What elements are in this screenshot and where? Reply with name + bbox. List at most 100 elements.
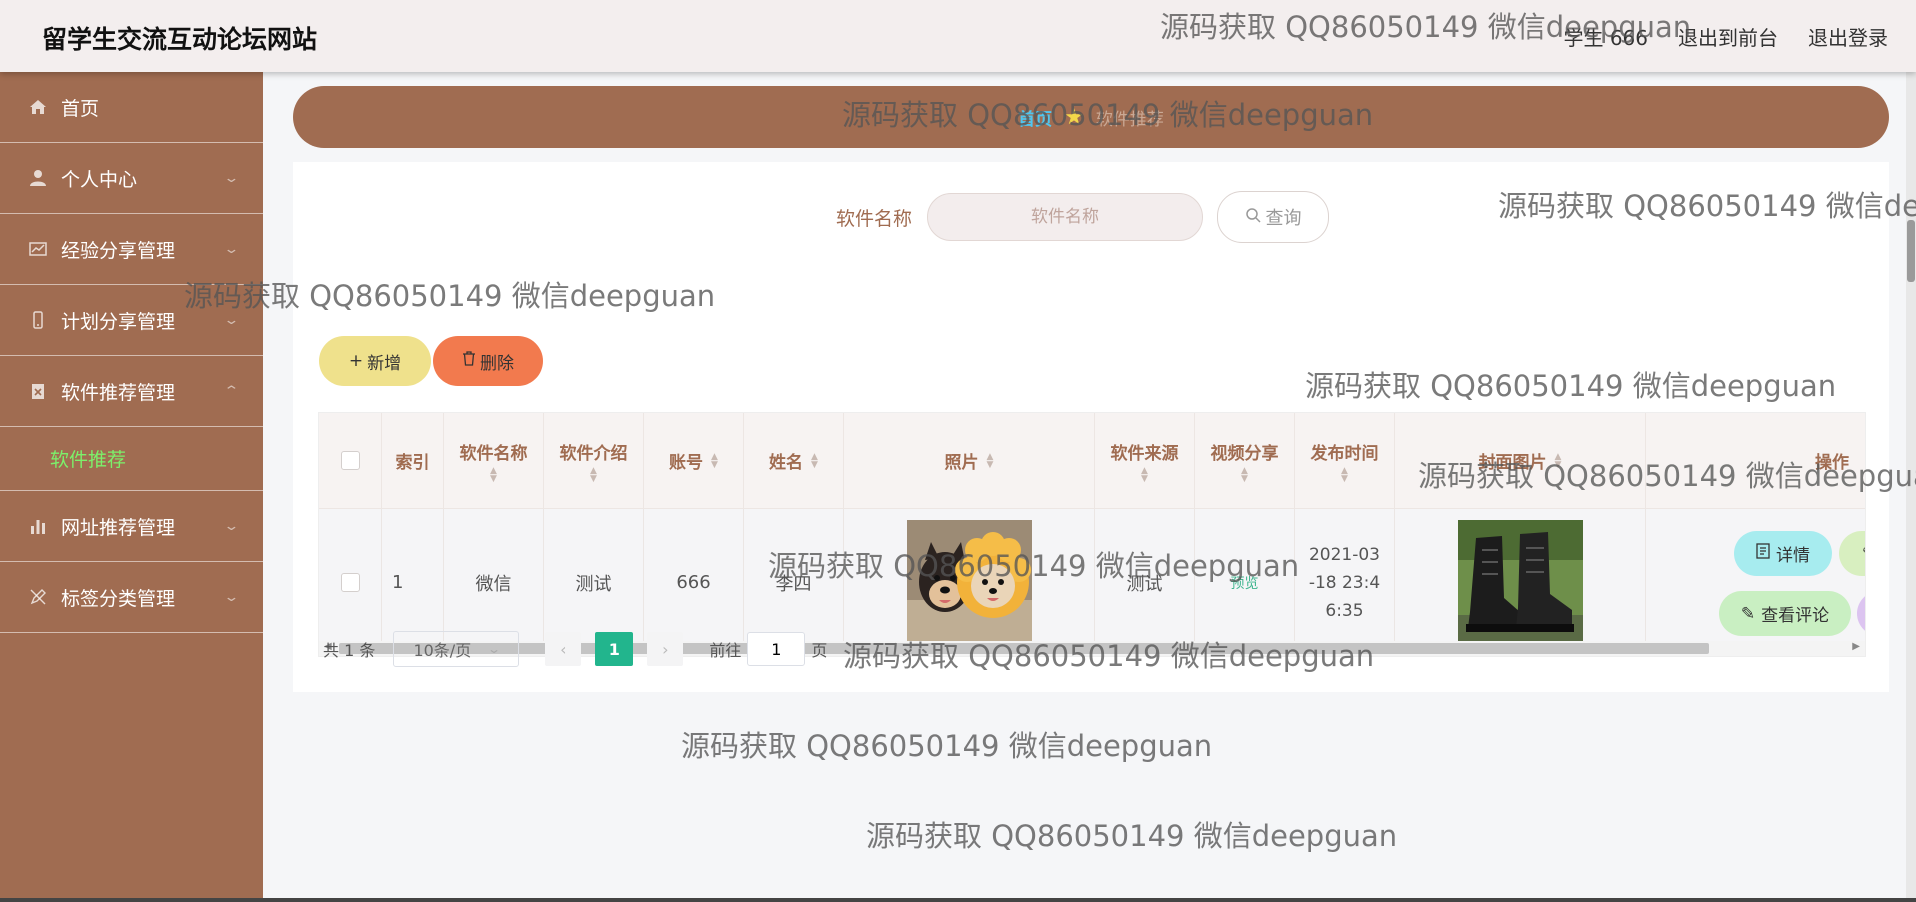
sort-icon[interactable]: ▲ ▼ [1555,452,1562,469]
detail-button[interactable]: 详情 [1734,531,1832,576]
sidebar-item-tags[interactable]: 标签分类管理 ⌄ [0,562,263,633]
goto-page: 前往 页 [709,632,827,666]
scroll-right-icon[interactable]: ▶ [1852,641,1860,652]
header-label: 软件介绍 [559,443,628,464]
edit-button[interactable]: ✎ [1839,531,1865,576]
sidebar-subitem-software-recommend[interactable]: 软件推荐 [0,427,263,491]
publish-time: 2021-03 -18 23:4 6:35 [1309,541,1380,625]
header-label: 操作 [1815,453,1849,473]
phone-icon [28,310,48,330]
sidebar-item-label: 网址推荐管理 [61,516,176,539]
user-label: 学生 666 [1563,26,1648,50]
cell-operations: 详情 ✎ ✎ 查看评论 [1646,509,1865,656]
header-label: 索引 [395,453,430,473]
delete-button[interactable]: 删除 [433,336,543,386]
sort-icon[interactable]: ▲ ▼ [811,452,818,469]
sidebar-item-software[interactable]: 软件推荐管理 ⌃ [0,356,263,427]
header-label: 照片 [944,453,979,473]
search-input[interactable] [927,193,1204,241]
user-menu: 学生 666 退出到前台 退出登录 [1563,22,1916,51]
next-page-button[interactable]: › [647,632,684,666]
more-button[interactable] [1857,591,1865,636]
header-label: 视频分享 [1210,443,1279,464]
page-size-select[interactable]: 10条/页 ⌄ [393,631,520,667]
sort-icon[interactable]: ▲ ▼ [987,452,994,469]
video-preview-link[interactable]: 预览 [1231,573,1259,593]
header-account[interactable]: 账号 ▲ ▼ [644,413,744,508]
main-content: 首页 ★ 软件推荐 软件名称 查询 + 新增 删除 [263,72,1916,902]
cell-cover [1395,509,1646,656]
pencil-icon: ✎ [1862,544,1865,564]
data-table: 索引 软件名称 ▲ ▼ 软件介绍 ▲ ▼ 账号 ▲ ▼ 姓名 ▲ ▼ 照片 ▲ … [318,412,1866,657]
total-count: 共 1 条 [323,641,376,660]
header-time[interactable]: 发布时间 ▲ ▼ [1295,413,1395,508]
sort-icon[interactable]: ▲ ▼ [711,452,718,469]
sidebar-item-plan[interactable]: 计划分享管理 ⌄ [0,285,263,356]
sort-icon[interactable]: ▲ ▼ [1241,466,1248,483]
header-index: 索引 [382,413,444,508]
sidebar-item-label: 经验分享管理 [61,239,176,262]
add-button-label: 新增 [367,353,402,374]
sidebar-item-personal-center[interactable]: 个人中心 ⌄ [0,143,263,214]
edit-off-icon [28,587,48,607]
prev-page-button[interactable]: ‹ [545,632,582,666]
select-all-checkbox[interactable] [340,451,360,470]
chevron-down-icon: ⌄ [487,642,502,656]
top-header: 留学生交流互动论坛网站 学生 666 退出到前台 退出登录 [0,0,1916,72]
sidebar: 首页 个人中心 ⌄ 经验分享管理 ⌄ 计划分享管理 ⌄ 软件推荐管理 ⌃ 软件推… [0,72,263,902]
sort-icon[interactable]: ▲ ▼ [1141,466,1148,483]
back-to-front-link[interactable]: 退出到前台 [1678,22,1778,51]
view-comments-button[interactable]: ✎ 查看评论 [1719,591,1851,636]
header-label: 软件名称 [459,443,528,464]
add-button[interactable]: + 新增 [319,336,431,386]
time-line: 2021-03 [1308,544,1380,565]
dogs-photo[interactable] [906,520,1032,645]
sidebar-item-label: 首页 [61,97,100,120]
cell-source: 测试 [1095,509,1195,656]
sort-icon[interactable]: ▲ ▼ [590,466,597,483]
goto-page-input[interactable] [747,632,806,666]
header-label: 软件来源 [1110,443,1179,464]
header-label: 姓名 [769,453,804,473]
site-title: 留学生交流互动论坛网站 [42,25,318,54]
sidebar-item-label: 软件推荐管理 [61,381,176,404]
pagination: 共 1 条 10条/页 ⌄ ‹ 1 › 前往 页 [323,630,827,668]
header-operations: 操作 [1646,413,1865,508]
header-real-name[interactable]: 姓名 ▲ ▼ [744,413,844,508]
sidebar-item-label: 个人中心 [61,168,138,191]
sort-icon[interactable]: ▲ ▼ [490,466,497,483]
header-software-intro[interactable]: 软件介绍 ▲ ▼ [544,413,644,508]
row-checkbox[interactable] [340,573,360,592]
breadcrumb-home[interactable]: 首页 [1018,105,1052,130]
header-photo[interactable]: 照片 ▲ ▼ [844,413,1095,508]
header-source[interactable]: 软件来源 ▲ ▼ [1095,413,1195,508]
page-scrollbar-thumb[interactable] [1907,220,1915,282]
header-select-all [319,413,382,508]
search-form: 软件名称 查询 [836,191,1330,243]
time-line: 6:35 [1325,600,1364,621]
chevron-down-icon: ⌄ [223,170,240,186]
bar-chart-icon [28,516,48,536]
page-scrollbar[interactable] [1906,60,1916,902]
sidebar-item-website[interactable]: 网址推荐管理 ⌄ [0,491,263,562]
trash-icon [462,351,476,371]
page-number-current[interactable]: 1 [595,632,634,666]
header-cover[interactable]: 封面图片 ▲ ▼ [1395,413,1646,508]
chevron-down-icon: ⌄ [223,312,240,328]
boots-photo[interactable] [1457,520,1583,645]
sidebar-item-label: 标签分类管理 [61,587,176,610]
header-video[interactable]: 视频分享 ▲ ▼ [1195,413,1295,508]
table-header: 索引 软件名称 ▲ ▼ 软件介绍 ▲ ▼ 账号 ▲ ▼ 姓名 ▲ ▼ 照片 ▲ … [319,413,1865,509]
chevron-down-icon: ⌄ [223,518,240,534]
goto-suffix: 页 [811,641,828,660]
search-label: 软件名称 [836,207,913,230]
query-button[interactable]: 查询 [1217,191,1330,243]
cell-photo [844,509,1095,656]
view-comments-label: 查看评论 [1761,606,1830,626]
sidebar-item-experience[interactable]: 经验分享管理 ⌄ [0,214,263,285]
logout-link[interactable]: 退出登录 [1808,22,1888,51]
sort-icon[interactable]: ▲ ▼ [1341,466,1348,483]
header-software-name[interactable]: 软件名称 ▲ ▼ [444,413,544,508]
chevron-down-icon: ⌄ [223,589,240,605]
sidebar-item-home[interactable]: 首页 [0,72,263,143]
